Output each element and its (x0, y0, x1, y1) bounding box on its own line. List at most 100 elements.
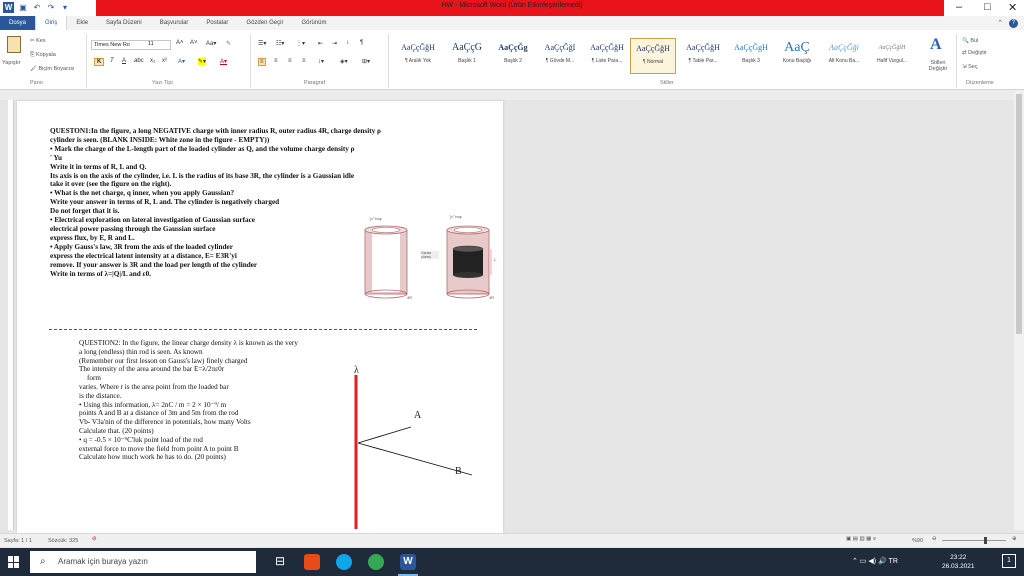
vertical-scrollbar[interactable] (1014, 90, 1024, 530)
document-page[interactable]: QUESTON1:In the figure, a long NEGATIVE … (17, 101, 503, 533)
taskbar: Aramak için buraya yazın ⌕ ⊟ W ⌃ ▭ ◀) 🔊 … (0, 548, 1024, 576)
style-subtitle[interactable]: AaÇçĞği Alt Konu Ba... (820, 38, 868, 74)
change-styles-button[interactable]: Stilleri Değiştir (924, 60, 952, 72)
taskbar-search-input[interactable]: Aramak için buraya yazın (30, 551, 256, 573)
bullets-icon[interactable]: ☰▾ (258, 40, 266, 47)
redo-icon[interactable]: ↷ (46, 3, 56, 13)
shrink-font-button[interactable]: A˅ (190, 40, 198, 46)
underline-button[interactable]: A (122, 58, 126, 64)
justify-icon[interactable]: ≡ (302, 58, 306, 64)
zoom-slider-thumb[interactable] (984, 537, 987, 544)
q1-line: take it over (see the figure on the righ… (50, 180, 172, 189)
align-center-icon[interactable]: ≡ (274, 58, 278, 64)
tab-review[interactable]: Gözden Geçir (237, 16, 292, 30)
office-app-icon[interactable] (304, 554, 320, 570)
strikethrough-button[interactable]: abc (134, 58, 144, 64)
increase-indent-icon[interactable]: ⇥ (332, 40, 337, 47)
q2-line: Calculate how much work he has to do. (2… (79, 453, 226, 462)
style-title[interactable]: AaÇ Konu Başlığı (774, 38, 820, 74)
cut-button[interactable]: ✂ Kes (30, 38, 46, 44)
paste-label: Yapıştır (2, 60, 21, 66)
sort-icon[interactable]: ↕ (346, 40, 349, 46)
show-marks-icon[interactable]: ¶ (360, 40, 363, 46)
multilevel-list-icon[interactable]: ⋮▾ (296, 40, 305, 47)
zoom-out-icon[interactable]: ⊖ (932, 536, 937, 542)
tab-mailings[interactable]: Postalar (197, 16, 237, 30)
search-icon: ⌕ (40, 556, 46, 567)
italic-button[interactable]: T (110, 58, 114, 64)
align-left-icon[interactable]: ≡ (258, 58, 266, 66)
view-modes-icon[interactable]: ▣ ▤ ▥ ▦ ≡ (846, 536, 876, 542)
shading-icon[interactable]: ◈▾ (340, 58, 348, 65)
page-count[interactable]: Sayfa: 1 / 1 (4, 538, 32, 544)
style-no-spacing[interactable]: AaÇçĞğH ¶ Aralık Yok (392, 38, 444, 74)
q2-line: Calculate that. (20 points) (79, 426, 154, 435)
tab-view[interactable]: Görünüm (292, 16, 335, 30)
save-icon[interactable]: ▣ (18, 3, 28, 13)
highlight-icon[interactable]: ✎▾ (198, 58, 207, 65)
chrome-browser-icon[interactable] (368, 554, 384, 570)
change-case-button[interactable]: Aa▾ (206, 40, 216, 47)
grow-font-button[interactable]: A˄ (176, 40, 184, 46)
system-tray-icons[interactable]: ⌃ ▭ ◀) 🔊 TR (852, 557, 898, 565)
q1-line: Its axis is on the axis of the cylinder,… (50, 171, 355, 180)
style-table-paragraph[interactable]: AaÇçĞğH ¶ Table Par... (678, 38, 728, 74)
numbering-icon[interactable]: ☷▾ (276, 40, 284, 47)
clear-formatting-icon[interactable]: ✎ (226, 40, 231, 47)
superscript-button[interactable]: x² (162, 58, 167, 64)
tab-home[interactable]: Giriş (35, 16, 68, 30)
taskbar-clock[interactable]: 23:22 26.03.2021 (942, 553, 975, 571)
style-normal[interactable]: AaÇçĞğH ¶ Normal (630, 38, 676, 74)
task-view-icon[interactable]: ⊟ (272, 554, 288, 570)
borders-icon[interactable]: ⊞▾ (362, 58, 370, 65)
copy-button[interactable]: ⎘ Kopyala (30, 52, 56, 59)
line-spacing-icon[interactable]: ↕▾ (318, 58, 324, 65)
windows-start-icon[interactable] (8, 556, 20, 568)
style-heading-2[interactable]: AaÇçĞg Başlık 2 (490, 38, 536, 74)
status-bar: Sayfa: 1 / 1 Sözcük: 325 ⊘ ▣ ▤ ▥ ▦ ≡ %90… (0, 533, 1024, 547)
format-painter-button[interactable]: 🖌 Biçim Boyacısı (30, 66, 75, 72)
scrollbar-thumb[interactable] (1016, 94, 1022, 334)
edge-browser-icon[interactable] (336, 554, 352, 570)
select-button[interactable]: ⇲ Seç (962, 64, 978, 70)
text-effects-icon[interactable]: A▾ (178, 58, 185, 65)
style-subtle-emphasis[interactable]: AaÇçĞğlH Hafif Vurgul... (868, 38, 916, 74)
tab-references[interactable]: Başvurular (151, 16, 198, 30)
quick-access-toolbar: W ▣ ↶ ↷ ▾ (3, 2, 70, 13)
replace-button[interactable]: ⇄ Değiştir (962, 50, 987, 56)
paste-button[interactable] (4, 36, 24, 58)
tab-file[interactable]: Dosya (0, 16, 36, 30)
clipboard-group-label: Pano (30, 80, 43, 86)
style-list-paragraph[interactable]: AaÇçĞğH ¶ Liste Para... (584, 38, 630, 74)
help-icon[interactable]: ? (1009, 18, 1018, 28)
decrease-indent-icon[interactable]: ⇤ (318, 40, 323, 47)
find-button[interactable]: 🔍 Bul (962, 38, 978, 44)
close-button[interactable]: ✕ (1008, 1, 1017, 14)
restore-button[interactable]: □ (984, 1, 991, 13)
font-size-select[interactable]: 11 (146, 40, 168, 50)
word-count[interactable]: Sözcük: 325 (48, 538, 78, 544)
tab-insert[interactable]: Ekle (67, 16, 97, 30)
q1-line: ' Yu (50, 153, 63, 162)
undo-icon[interactable]: ↶ (32, 3, 42, 13)
group-separator (250, 34, 251, 88)
bold-button[interactable]: K (94, 58, 105, 66)
minimize-button[interactable]: – (956, 1, 962, 13)
fig2-side-label: 4R (489, 295, 495, 300)
change-styles-icon[interactable]: A (930, 36, 942, 54)
tab-page-layout[interactable]: Sayfa Düzeni (97, 16, 151, 30)
zoom-slider[interactable] (942, 540, 1006, 541)
customize-qat-icon[interactable]: ▾ (60, 3, 70, 13)
style-heading-1[interactable]: AaÇçG Başlık 1 (444, 38, 490, 74)
notifications-icon[interactable]: 1 (1002, 554, 1016, 568)
align-right-icon[interactable]: ≡ (288, 58, 292, 64)
word-taskbar-icon[interactable]: W (400, 554, 416, 570)
collapse-ribbon-icon[interactable]: ⌃ (997, 19, 1003, 27)
zoom-in-icon[interactable]: ⊕ (1012, 536, 1017, 542)
font-color-icon[interactable]: A▾ (220, 58, 227, 65)
zoom-level[interactable]: %90 (912, 538, 923, 544)
proofing-icon[interactable]: ⊘ (92, 536, 97, 542)
style-body-text[interactable]: AaÇçĞğI ¶ Gövde M... (536, 38, 584, 74)
style-heading-3[interactable]: AaÇçĞgH Başlık 3 (728, 38, 774, 74)
subscript-button[interactable]: x₂ (150, 58, 155, 64)
